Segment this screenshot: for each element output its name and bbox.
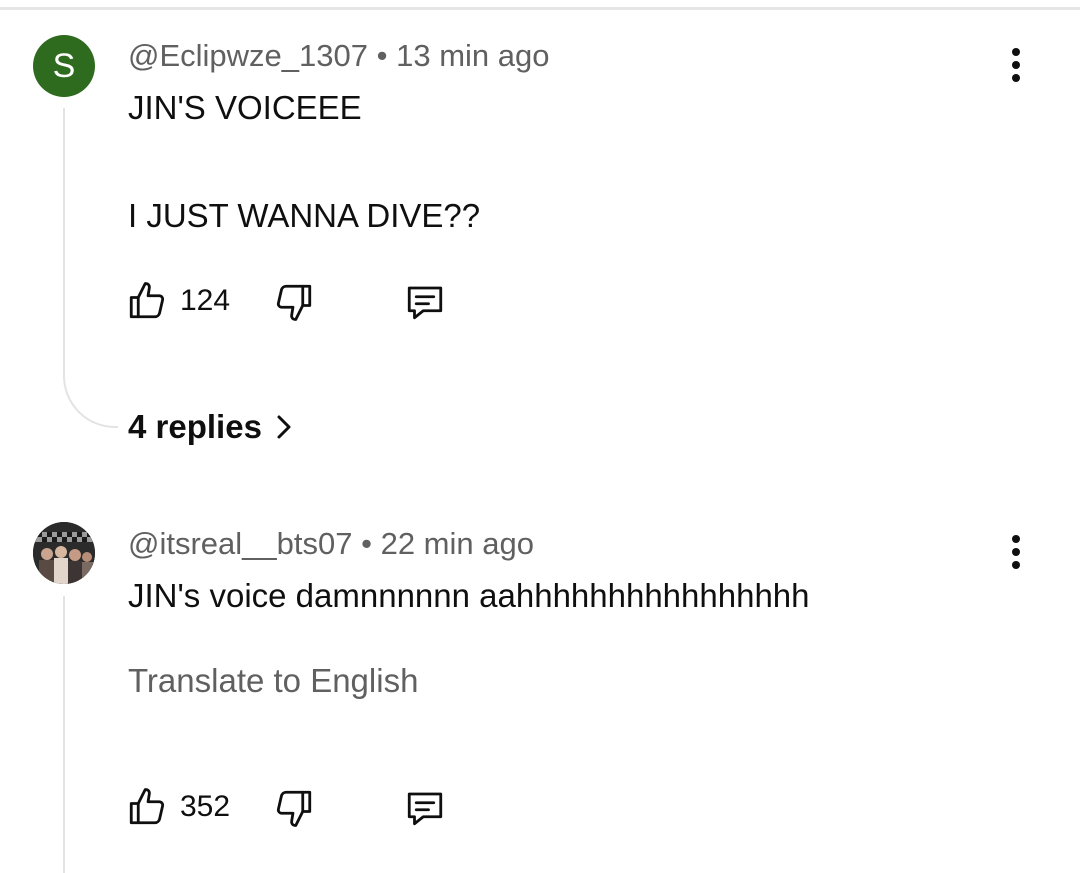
thumbs-down-icon	[276, 790, 312, 827]
comment-meta: @itsreal__bts07 • 22 min ago	[128, 526, 534, 562]
meta-separator: •	[368, 38, 397, 73]
meta-separator: •	[352, 526, 381, 561]
thumbs-up-icon	[129, 282, 165, 319]
reply-button[interactable]	[403, 787, 447, 829]
thread-line	[63, 596, 65, 873]
reply-button[interactable]	[403, 281, 447, 323]
comment-time[interactable]: 13 min ago	[396, 38, 549, 73]
comment-meta: @Eclipwze_1307 • 13 min ago	[128, 38, 549, 74]
comment-text: JIN's voice damnnnnnn aahhhhhhhhhhhhhhhh	[128, 577, 810, 614]
dislike-button[interactable]	[273, 787, 315, 829]
more-vertical-icon	[1012, 535, 1020, 569]
thread-line	[63, 108, 65, 348]
dislike-button[interactable]	[273, 281, 315, 323]
top-divider	[0, 7, 1080, 10]
thumbs-up-icon	[129, 788, 165, 825]
like-button[interactable]: 124	[126, 280, 230, 322]
avatar-photo-icon	[33, 522, 95, 584]
comment-author[interactable]: @itsreal__bts07	[128, 526, 352, 561]
comment-time[interactable]: 22 min ago	[381, 526, 534, 561]
avatar[interactable]	[33, 522, 95, 584]
like-button[interactable]: 352	[126, 786, 230, 828]
thumbs-down-icon	[276, 284, 312, 321]
like-count: 124	[180, 284, 231, 317]
more-options-button[interactable]	[1000, 42, 1032, 88]
replies-label: 4 replies	[128, 408, 262, 445]
more-options-button[interactable]	[1000, 529, 1032, 575]
comment-text: JIN'S VOICEEE I JUST WANNA DIVE??	[128, 89, 481, 234]
comment-author[interactable]: @Eclipwze_1307	[128, 38, 368, 73]
translate-button[interactable]: Translate to English	[128, 662, 418, 700]
reply-icon	[407, 792, 443, 826]
reply-icon	[407, 286, 443, 320]
view-replies-button[interactable]: 4 replies	[128, 408, 292, 446]
more-vertical-icon	[1012, 48, 1020, 82]
thread-curve	[63, 340, 118, 428]
chevron-right-icon	[277, 415, 291, 439]
like-count: 352	[180, 790, 231, 823]
avatar[interactable]: S	[33, 35, 95, 97]
